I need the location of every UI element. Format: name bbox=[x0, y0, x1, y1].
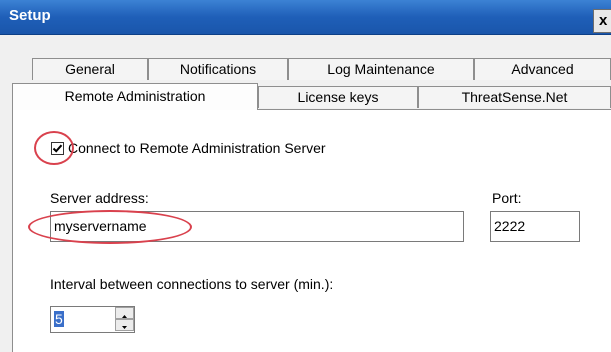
tab-label: Log Maintenance bbox=[327, 61, 435, 77]
tab-license-keys[interactable]: License keys bbox=[258, 86, 418, 108]
interval-value: 5 bbox=[54, 311, 64, 327]
spin-up-button[interactable] bbox=[115, 307, 134, 319]
annotation-circle-server-address bbox=[28, 210, 192, 244]
tab-label: ThreatSense.Net bbox=[461, 89, 568, 105]
tab-notifications[interactable]: Notifications bbox=[148, 58, 288, 80]
tab-label: Remote Administration bbox=[64, 88, 206, 104]
close-icon: x bbox=[599, 12, 608, 29]
tab-label: General bbox=[65, 61, 115, 77]
tab-log-maintenance[interactable]: Log Maintenance bbox=[288, 58, 474, 80]
tab-advanced[interactable]: Advanced bbox=[474, 58, 611, 80]
interval-label: Interval between connections to server (… bbox=[50, 276, 334, 292]
title-bar: Setup x bbox=[0, 0, 611, 35]
close-button[interactable]: x bbox=[593, 9, 611, 33]
tab-label: License keys bbox=[297, 89, 379, 105]
window-title: Setup bbox=[9, 7, 51, 24]
tab-remote-administration[interactable]: Remote Administration bbox=[12, 83, 258, 110]
port-label: Port: bbox=[492, 190, 522, 206]
spin-down-button[interactable] bbox=[115, 319, 134, 331]
annotation-circle-checkbox bbox=[34, 131, 74, 165]
interval-spinner[interactable]: 5 bbox=[50, 306, 135, 333]
connect-label[interactable]: Connect to Remote Administration Server bbox=[68, 140, 326, 156]
tab-threatsense-net[interactable]: ThreatSense.Net bbox=[418, 86, 611, 108]
server-address-label: Server address: bbox=[50, 190, 149, 206]
port-field[interactable]: 2222 bbox=[490, 211, 580, 242]
tab-label: Advanced bbox=[511, 61, 574, 77]
tab-label: Notifications bbox=[179, 61, 257, 77]
arrow-down-icon bbox=[122, 326, 127, 329]
tab-general[interactable]: General bbox=[32, 58, 148, 80]
port-value: 2222 bbox=[494, 218, 526, 234]
